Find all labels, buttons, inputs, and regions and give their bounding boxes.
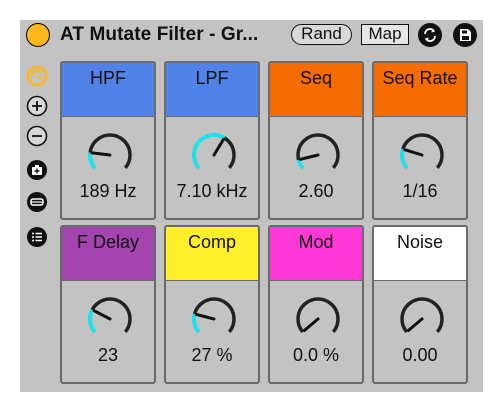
macro-knob[interactable] bbox=[188, 293, 240, 345]
macro-label: F Delay bbox=[76, 232, 139, 252]
macro-label: Comp bbox=[187, 232, 236, 252]
macro-header[interactable]: Seq Rate bbox=[374, 63, 466, 117]
macro-knob[interactable] bbox=[396, 293, 448, 345]
macro-header[interactable]: F Delay bbox=[62, 227, 154, 281]
device-title: AT Mutate Filter - Gr... bbox=[60, 24, 259, 45]
device-power-button[interactable] bbox=[26, 23, 50, 47]
randomize-icon[interactable] bbox=[26, 191, 48, 213]
macro-panel-seq: Seq 2.60 bbox=[268, 61, 364, 220]
macro-panel-seq-rate: Seq Rate 1/16 bbox=[372, 61, 468, 220]
macro-value: 23 bbox=[97, 345, 119, 365]
rand-button[interactable]: Rand bbox=[291, 24, 352, 45]
knob-needle bbox=[90, 151, 112, 157]
map-button[interactable]: Map bbox=[361, 24, 409, 45]
knob-track bbox=[296, 297, 340, 333]
macro-label: HPF bbox=[90, 68, 126, 88]
knob-needle bbox=[195, 312, 216, 321]
macro-value: 0.00 bbox=[402, 345, 438, 365]
macro-value: 2.60 bbox=[298, 181, 334, 201]
knob-needle bbox=[406, 317, 424, 333]
knob-needle bbox=[299, 153, 320, 161]
macro-panel-lpf: LPF 7.10 kHz bbox=[164, 61, 260, 220]
knob-value-arc bbox=[192, 313, 201, 334]
knob-track bbox=[88, 133, 132, 169]
macro-header[interactable]: LPF bbox=[166, 63, 258, 117]
macro-knob[interactable] bbox=[396, 129, 448, 181]
sync-icon[interactable] bbox=[418, 23, 442, 47]
knob-track bbox=[296, 133, 340, 169]
knob-value-arc bbox=[400, 148, 409, 170]
knob-value-arc bbox=[88, 152, 97, 170]
macro-label: LPF bbox=[195, 68, 229, 88]
macro-value: 7.10 kHz bbox=[176, 181, 248, 201]
zoom-out-icon[interactable] bbox=[26, 125, 48, 147]
macro-panel-noise: Noise 0.00 bbox=[372, 225, 468, 384]
knob-value-arc bbox=[296, 159, 305, 170]
macro-knob[interactable] bbox=[292, 293, 344, 345]
hot-swap-icon[interactable] bbox=[26, 65, 48, 87]
macro-panel-hpf: HPF 189 Hz bbox=[60, 61, 156, 220]
knob-needle bbox=[92, 309, 112, 321]
list-icon[interactable] bbox=[26, 226, 48, 248]
macro-label: Mod bbox=[298, 232, 334, 252]
knob-needle bbox=[403, 148, 424, 157]
macro-panel-f-delay: F Delay 23 bbox=[60, 225, 156, 384]
save-preset-icon[interactable] bbox=[453, 23, 477, 47]
macro-label: Seq bbox=[299, 68, 333, 88]
macro-panel-comp: Comp 27 % bbox=[164, 225, 260, 384]
macro-header[interactable]: Seq bbox=[270, 63, 362, 117]
device-panel: AT Mutate Filter - Gr... Rand Map HPF 18… bbox=[20, 20, 483, 392]
macro-value: 27 % bbox=[191, 345, 233, 365]
macro-value: 0.0 % bbox=[292, 345, 340, 365]
macro-label: Noise bbox=[396, 232, 444, 252]
macro-label: Seq Rate bbox=[382, 68, 458, 88]
knob-needle bbox=[302, 317, 320, 333]
macro-variations-icon[interactable] bbox=[26, 159, 48, 181]
macro-knob[interactable] bbox=[188, 129, 240, 181]
knob-track bbox=[88, 297, 132, 333]
knob-needle bbox=[212, 138, 225, 157]
knob-track bbox=[400, 297, 444, 333]
macro-panel-mod: Mod 0.0 % bbox=[268, 225, 364, 384]
macro-value: 189 Hz bbox=[79, 181, 137, 201]
macro-header[interactable]: Comp bbox=[166, 227, 258, 281]
macro-header[interactable]: Noise bbox=[374, 227, 466, 281]
device-title-bar: AT Mutate Filter - Gr... Rand Map bbox=[20, 20, 483, 51]
macro-header[interactable]: HPF bbox=[62, 63, 154, 117]
knob-value-arc bbox=[88, 308, 97, 334]
knob-value-arc bbox=[192, 133, 226, 170]
macro-knob[interactable] bbox=[84, 129, 136, 181]
zoom-in-icon[interactable] bbox=[26, 95, 48, 117]
macro-header[interactable]: Mod bbox=[270, 227, 362, 281]
macro-knob[interactable] bbox=[84, 293, 136, 345]
macro-knob[interactable] bbox=[292, 129, 344, 181]
macro-value: 1/16 bbox=[402, 181, 438, 201]
